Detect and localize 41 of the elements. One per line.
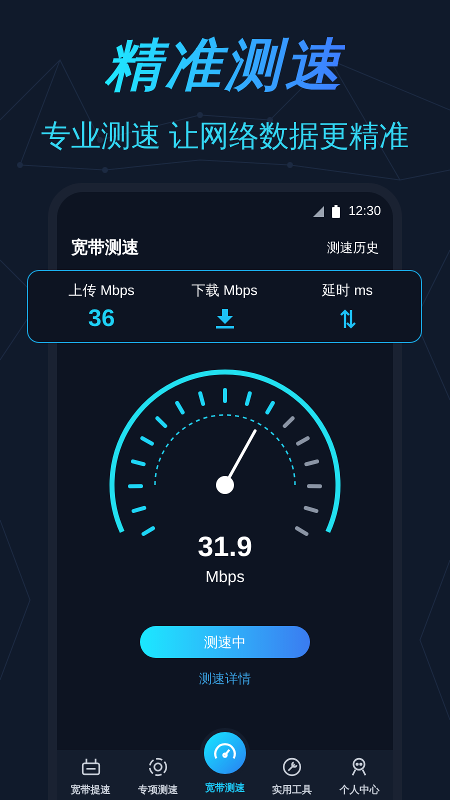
router-icon (80, 756, 102, 778)
gauge-tick (130, 459, 146, 466)
gauge-tick (307, 484, 322, 488)
signal-icon (313, 206, 324, 216)
gauge-tick (140, 436, 154, 446)
up-down-arrows-icon (340, 308, 356, 328)
wrench-icon (281, 756, 304, 778)
hero-subtitle: 专业测速 让网络数据更精准 (40, 120, 410, 154)
nav-tab[interactable]: 个人中心 (326, 750, 394, 800)
details-link[interactable]: 测速详情 (199, 668, 251, 690)
stat-value: 36 (88, 304, 115, 334)
gauge-tick (265, 400, 275, 414)
download-icon (216, 308, 234, 328)
page-title: 宽带测速 (71, 237, 139, 260)
gauge-tick (282, 416, 295, 428)
gauge-tick (142, 526, 155, 536)
status-time: 12:30 (348, 202, 381, 220)
stat-label: 下载 Mbps (191, 280, 258, 298)
gauge-tick (304, 506, 318, 513)
gauge-tick (155, 416, 168, 428)
gauge-tick (295, 526, 308, 536)
gauge-tick (198, 391, 206, 406)
battery-icon (332, 204, 340, 218)
gauge-needle (216, 429, 257, 494)
gauge-tick (132, 506, 146, 513)
nav-tab[interactable]: 实用工具 (258, 750, 326, 800)
nav-tab[interactable]: 专项测速 (124, 750, 192, 800)
gauge-tick (244, 391, 252, 406)
gauge-tick (128, 484, 143, 488)
target-icon (146, 756, 169, 778)
stat-label: 上传 Mbps (68, 280, 135, 298)
stat-label: 延时 ms (322, 280, 373, 298)
gauge-tick (296, 436, 310, 446)
history-link[interactable]: 测速历史 (327, 238, 379, 258)
speed-reading: 31.9 (196, 532, 254, 562)
nav-tab[interactable]: 宽带测速 (191, 728, 259, 800)
gauge-tick (223, 388, 227, 403)
gauge-tick (304, 459, 320, 466)
nav-tab[interactable]: 宽带提速 (57, 750, 124, 800)
gauge-tick (175, 400, 185, 414)
speed-unit: Mbps (204, 568, 246, 588)
